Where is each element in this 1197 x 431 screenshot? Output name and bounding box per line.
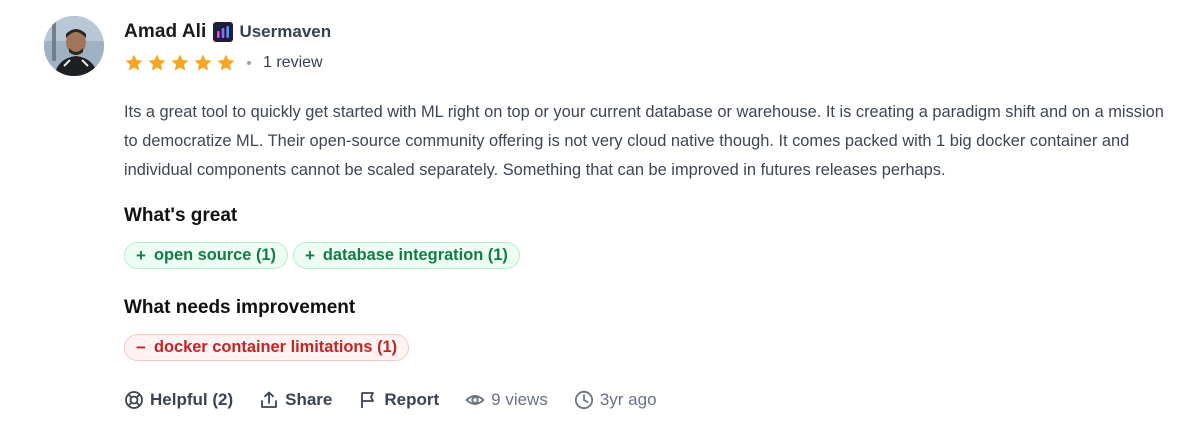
star-icon (217, 54, 235, 71)
con-tag[interactable]: − docker container limitations (1) (124, 334, 410, 361)
pro-tag[interactable]: + open source (1) (124, 242, 288, 269)
plus-icon: + (136, 245, 146, 265)
pro-tag-label: database integration (1) (322, 246, 508, 264)
plus-icon: + (304, 245, 315, 265)
review-count: 1 review (263, 54, 323, 71)
share-label: Share (285, 390, 333, 409)
views-count: 9 views (465, 390, 548, 410)
flag-icon (361, 392, 375, 408)
review-actions: Helpful (2) Share Report 9 views 3yr ago (124, 388, 657, 412)
con-tag-label: docker container limitations (1) (153, 338, 398, 356)
whats-great-tags: + open source (1) + database integration… (124, 242, 520, 269)
share-button[interactable]: Share (259, 390, 332, 410)
review-text: Its a great tool to quickly get started … (124, 103, 1164, 179)
views-label: 9 views (491, 390, 548, 409)
star-icon (125, 54, 143, 71)
star-rating (124, 53, 236, 73)
company-name[interactable]: Usermaven (239, 22, 331, 42)
review-header: Amad Ali Usermaven 1 review (124, 20, 331, 73)
share-icon (261, 391, 278, 408)
star-icon (171, 54, 189, 71)
whats-great-heading: What's great (124, 205, 238, 226)
report-button[interactable]: Report (358, 390, 439, 410)
star-icon (148, 54, 166, 71)
helpful-button[interactable]: Helpful (2) (124, 390, 233, 410)
author-name[interactable]: Amad Ali (124, 21, 206, 43)
lifebuoy-icon (125, 391, 143, 409)
age-label: 3yr ago (599, 390, 657, 409)
needs-improvement-tags: − docker container limitations (1) (124, 334, 410, 361)
pro-tag[interactable]: + database integration (1) (292, 242, 520, 269)
helpful-label: Helpful (2) (150, 390, 234, 409)
star-icon (194, 54, 212, 71)
clock-icon (574, 390, 593, 410)
avatar-photo (44, 16, 104, 76)
usermaven-logo-icon (213, 22, 234, 42)
author-avatar[interactable] (44, 16, 104, 76)
minus-icon: − (136, 337, 146, 357)
report-label: Report (384, 390, 440, 409)
pro-tag-label: open source (1) (153, 246, 276, 264)
review-age: 3yr ago (574, 390, 657, 410)
needs-improvement-heading: What needs improvement (124, 297, 356, 318)
separator-dot (247, 61, 251, 65)
eye-icon (465, 395, 485, 405)
